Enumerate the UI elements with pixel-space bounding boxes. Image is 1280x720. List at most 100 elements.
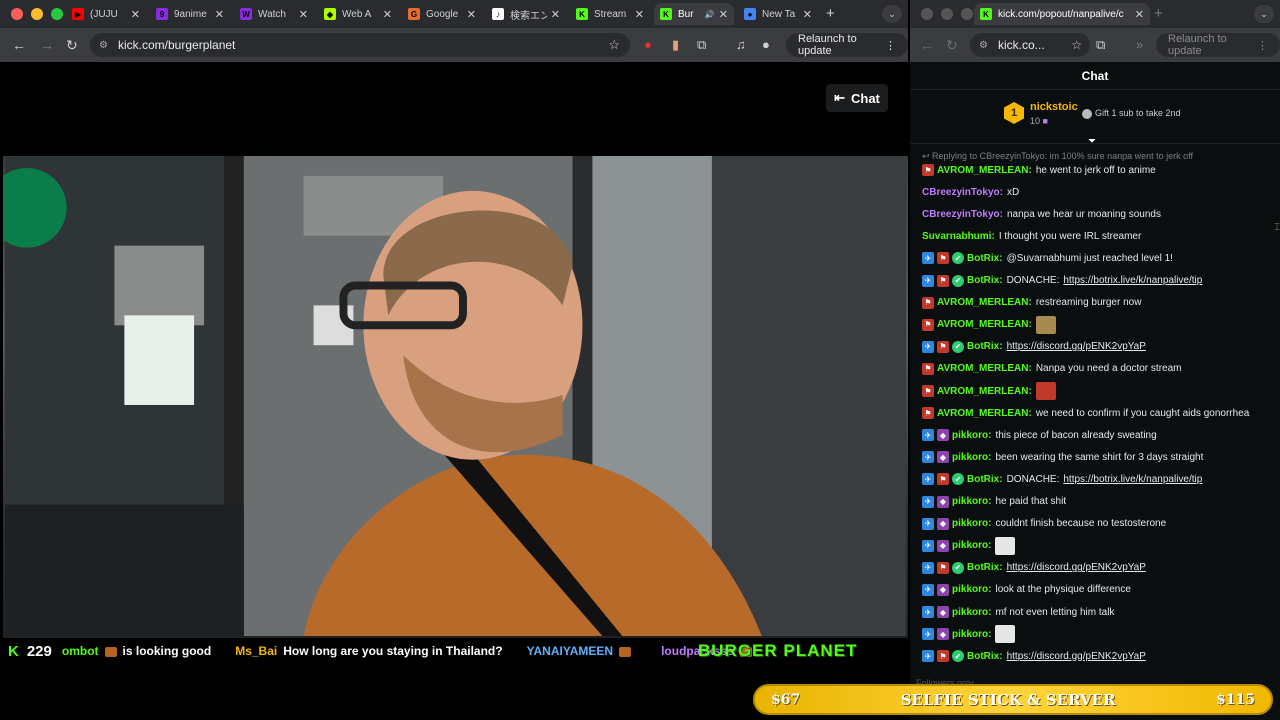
green-badge-icon[interactable]: ✔ (952, 340, 964, 353)
green-badge-icon[interactable]: ✔ (952, 252, 964, 265)
tab-3[interactable]: W Watch ✕ (234, 3, 314, 25)
chat-username[interactable]: BotRix (967, 562, 999, 573)
purple-badge-icon[interactable]: ◆ (937, 495, 949, 508)
purple-badge-icon[interactable]: ◆ (937, 583, 949, 596)
close-tab-icon[interactable]: ✕ (299, 8, 308, 21)
new-tab-button[interactable]: + (826, 5, 835, 22)
purple-badge-icon[interactable]: ◆ (937, 628, 949, 641)
media-queue-icon[interactable]: ♫ (736, 37, 746, 52)
address-bar[interactable]: ⚙ kick.com/burgerplanet ☆ (90, 33, 630, 57)
red-badge-icon[interactable]: ⚑ (922, 407, 934, 420)
tab-4[interactable]: ◆ Web A ✕ (318, 3, 398, 25)
forward-icon[interactable]: → (40, 37, 54, 53)
tab-7[interactable]: K Stream ✕ (570, 3, 650, 25)
close-tab-icon[interactable]: ✕ (635, 8, 644, 21)
red-badge-icon[interactable]: ⚑ (922, 385, 934, 397)
blue-badge-icon[interactable]: ✈ (922, 429, 934, 442)
red-badge-icon[interactable]: ⚑ (922, 362, 934, 375)
chat-link[interactable]: https://discord.gg/pENK2vpYaP (1007, 651, 1146, 662)
chat-username[interactable]: AVROM_MERLEAN (937, 408, 1028, 419)
popout-extensions-icon[interactable]: ⧉ (1096, 37, 1105, 53)
audio-playing-icon[interactable]: 🔊 (705, 10, 715, 19)
top-gifter-name[interactable]: nickstoic (1030, 101, 1078, 113)
chat-username[interactable]: pikkoro (952, 452, 988, 463)
blue-badge-icon[interactable]: ✈ (922, 340, 934, 353)
popout-back-icon[interactable]: ← (920, 37, 934, 53)
red-badge-icon[interactable]: ⚑ (922, 296, 934, 309)
chat-username[interactable]: AVROM_MERLEAN (937, 363, 1028, 374)
blue-badge-icon[interactable]: ✈ (922, 650, 934, 663)
blue-badge-icon[interactable]: ✈ (922, 252, 934, 265)
extensions-puzzle-icon[interactable]: ⧉ (697, 37, 706, 53)
red-badge-icon[interactable]: ⚑ (937, 561, 949, 574)
tab-1[interactable]: ▶ (JUJU ✕ (66, 3, 146, 25)
chat-username[interactable]: pikkoro (952, 540, 988, 551)
close-tab-icon[interactable]: ✕ (467, 8, 476, 21)
chat-link[interactable]: https://botrix.live/k/nanpalive/tip (1063, 275, 1202, 286)
popout-relaunch-button[interactable]: Relaunch to update ⋮ (1156, 33, 1280, 57)
red-badge-icon[interactable]: ⚑ (937, 473, 949, 486)
blue-badge-icon[interactable]: ✈ (922, 583, 934, 596)
chat-username[interactable]: AVROM_MERLEAN (937, 319, 1028, 330)
blue-badge-icon[interactable]: ✈ (922, 606, 934, 618)
blue-badge-icon[interactable]: ✈ (922, 473, 934, 486)
chat-username[interactable]: pikkoro (952, 518, 988, 529)
profile-avatar-icon[interactable]: ● (762, 37, 770, 52)
bookmark-star-icon[interactable]: ☆ (608, 37, 620, 53)
purple-badge-icon[interactable]: ◆ (937, 429, 949, 442)
close-tab-icon[interactable]: ✕ (215, 8, 224, 21)
popout-bookmark-icon[interactable]: ☆ (1071, 38, 1082, 52)
blue-badge-icon[interactable]: ✈ (922, 628, 934, 641)
close-tab-icon[interactable]: ✕ (551, 8, 560, 21)
chat-username[interactable]: BotRix (967, 253, 999, 264)
chat-username[interactable]: BotRix (967, 275, 999, 286)
purple-badge-icon[interactable]: ◆ (937, 517, 949, 530)
chat-username[interactable]: CBreezyinTokyo (922, 187, 1000, 198)
gift-sub-prompt[interactable]: Gift 1 sub to take 2nd (1082, 108, 1181, 119)
tab-search-button[interactable]: ⌄ (882, 5, 902, 23)
purple-badge-icon[interactable]: ◆ (937, 539, 949, 552)
chat-username[interactable]: pikkoro (952, 430, 988, 441)
blue-badge-icon[interactable]: ✈ (922, 495, 934, 508)
popout-tab-search-button[interactable]: ⌄ (1254, 5, 1274, 23)
close-tab-icon[interactable]: ✕ (803, 8, 812, 21)
collapse-banner-icon[interactable]: ⏷ (1088, 136, 1096, 147)
tab-popout-chat[interactable]: K kick.com/popout/nanpalive/c ✕ (974, 3, 1150, 25)
popout-minimize-button[interactable] (941, 8, 953, 20)
green-badge-icon[interactable]: ✔ (952, 650, 964, 663)
popout-address-bar[interactable]: ⚙ kick.co... ☆ (970, 33, 1090, 57)
chat-username[interactable]: BotRix (967, 474, 999, 485)
chat-username[interactable]: CBreezyinTokyo (922, 209, 1000, 220)
video-player[interactable] (3, 156, 908, 664)
purple-badge-icon[interactable]: ◆ (937, 451, 949, 464)
tab-5[interactable]: G Google ✕ (402, 3, 482, 25)
chat-link[interactable]: https://botrix.live/k/nanpalive/tip (1063, 474, 1202, 485)
chat-username[interactable]: pikkoro (952, 629, 988, 640)
extension-orange-icon[interactable]: ▮ (672, 37, 679, 53)
minimize-window-button[interactable] (31, 8, 43, 20)
close-tab-icon[interactable]: ✕ (719, 8, 728, 21)
popout-overflow-icon[interactable]: » (1136, 37, 1143, 52)
reload-icon[interactable]: ↻ (66, 37, 78, 54)
tab-9[interactable]: ● New Ta ✕ (738, 3, 818, 25)
tab-2[interactable]: 9 9anime ✕ (150, 3, 230, 25)
chat-link[interactable]: https://discord.gg/pENK2vpYaP (1007, 562, 1146, 573)
red-badge-icon[interactable]: ⚑ (937, 340, 949, 353)
blue-badge-icon[interactable]: ✈ (922, 539, 934, 552)
close-tab-icon[interactable]: ✕ (131, 8, 140, 21)
chat-username[interactable]: AVROM_MERLEAN (937, 297, 1028, 308)
red-badge-icon[interactable]: ⚑ (937, 274, 949, 287)
green-badge-icon[interactable]: ✔ (952, 561, 964, 574)
close-window-button[interactable] (11, 8, 23, 20)
red-badge-icon[interactable]: ⚑ (937, 650, 949, 663)
blue-badge-icon[interactable]: ✈ (922, 561, 934, 574)
tab-6[interactable]: ♪ 検索エン ✕ (486, 3, 566, 25)
site-info-icon[interactable]: ⚙ (99, 40, 108, 51)
red-badge-icon[interactable]: ⚑ (922, 318, 934, 331)
back-icon[interactable]: ← (12, 37, 26, 53)
chat-username[interactable]: BotRix (967, 651, 999, 662)
red-badge-icon[interactable]: ⚑ (922, 164, 934, 176)
blue-badge-icon[interactable]: ✈ (922, 517, 934, 530)
chat-username[interactable]: Suvarnabhumi (922, 231, 991, 242)
relaunch-button[interactable]: Relaunch to update ⋮ (786, 33, 908, 57)
